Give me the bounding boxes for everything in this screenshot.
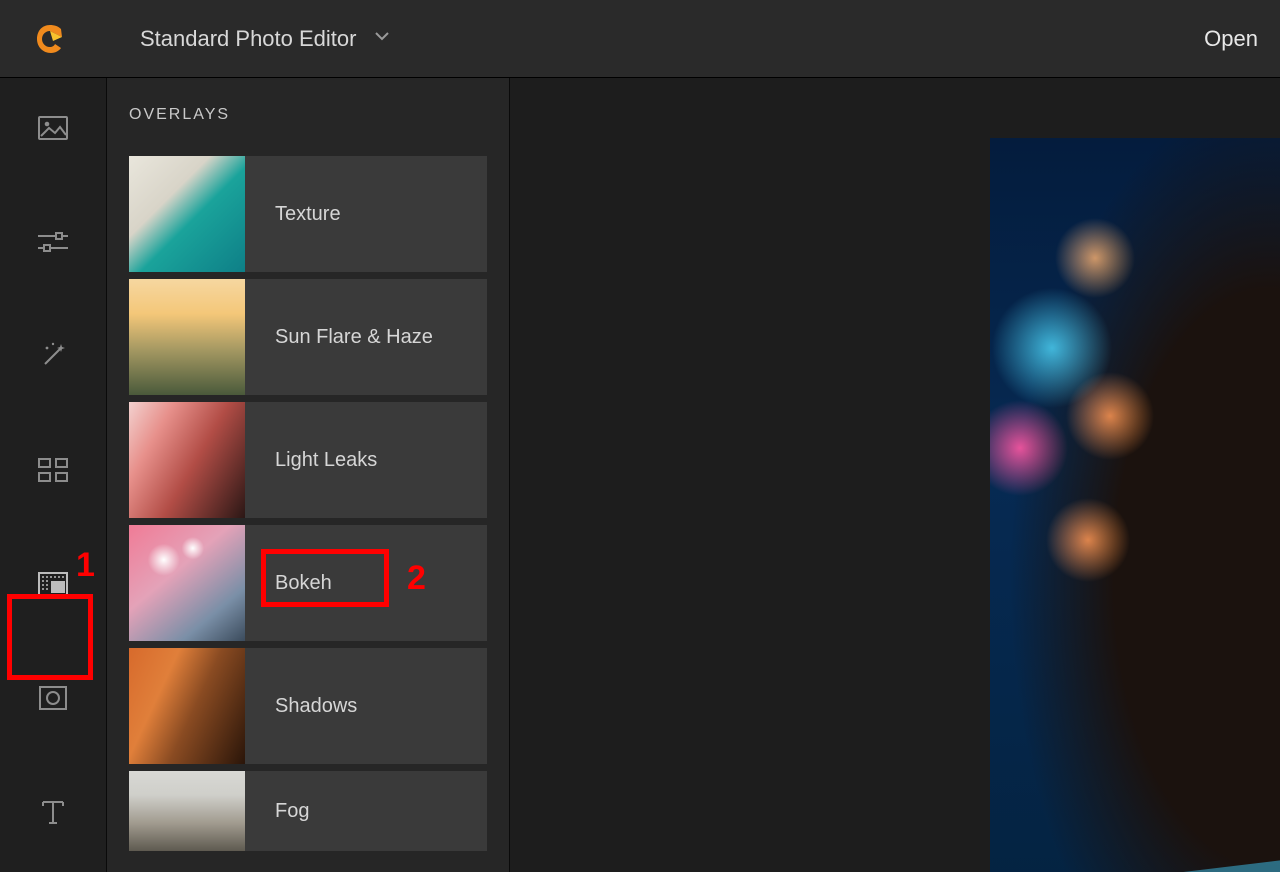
- annotation-number-1: 1: [76, 546, 95, 585]
- annotation-box-1: [7, 594, 93, 680]
- app-logo: [30, 19, 70, 59]
- tool-rail: 1: [0, 78, 107, 872]
- overlay-thumb: [129, 279, 245, 395]
- canvas-area[interactable]: [510, 78, 1280, 872]
- image-icon: [38, 116, 68, 140]
- overlay-label: Light Leaks: [275, 449, 377, 472]
- overlay-thumb: [129, 771, 245, 851]
- open-button[interactable]: Open: [1204, 26, 1258, 52]
- tool-frames[interactable]: [31, 676, 75, 720]
- overlays-panel: OVERLAYS Texture Sun Flare & Haze Light …: [107, 78, 510, 872]
- main-body: 1 OVERLAYS Texture Sun Flare & Haze Ligh…: [0, 78, 1280, 872]
- chevron-down-icon: [374, 28, 390, 49]
- app-mode-dropdown[interactable]: Standard Photo Editor: [140, 26, 390, 52]
- tool-text[interactable]: [31, 790, 75, 834]
- grid-icon: [38, 458, 68, 482]
- logo-icon: [33, 22, 67, 56]
- tool-presets[interactable]: [31, 448, 75, 492]
- overlay-thumb: [129, 525, 245, 641]
- app-title: Standard Photo Editor: [140, 26, 356, 52]
- annotation-number-2: 2: [407, 559, 426, 598]
- overlay-item-shadows[interactable]: Shadows: [129, 648, 487, 764]
- app-root: Standard Photo Editor Open: [0, 0, 1280, 872]
- tool-effects[interactable]: [31, 334, 75, 378]
- overlay-thumb: [129, 402, 245, 518]
- tool-overlays[interactable]: [31, 562, 75, 606]
- sliders-icon: [38, 231, 68, 253]
- wand-icon: [39, 342, 67, 370]
- overlay-list: Texture Sun Flare & Haze Light Leaks Bok…: [129, 156, 487, 851]
- overlay-label: Sun Flare & Haze: [275, 326, 433, 349]
- overlay-label: Shadows: [275, 695, 357, 718]
- preview-image: [990, 138, 1280, 872]
- tool-image[interactable]: [31, 106, 75, 150]
- tool-adjust[interactable]: [31, 220, 75, 264]
- text-icon: [41, 799, 65, 825]
- overlay-item-fog[interactable]: Fog: [129, 771, 487, 851]
- overlay-label: Fog: [275, 800, 309, 823]
- circle-overlay-icon: [39, 686, 67, 710]
- overlay-thumb: [129, 648, 245, 764]
- overlay-item-lightleaks[interactable]: Light Leaks: [129, 402, 487, 518]
- overlay-item-texture[interactable]: Texture: [129, 156, 487, 272]
- overlay-thumb: [129, 156, 245, 272]
- overlay-label: Texture: [275, 203, 341, 226]
- panel-title: OVERLAYS: [129, 106, 487, 124]
- top-bar: Standard Photo Editor Open: [0, 0, 1280, 78]
- overlays-icon: [38, 572, 68, 596]
- overlay-item-bokeh[interactable]: Bokeh 2: [129, 525, 487, 641]
- overlay-label: Bokeh: [275, 572, 332, 595]
- overlay-item-sunflare[interactable]: Sun Flare & Haze: [129, 279, 487, 395]
